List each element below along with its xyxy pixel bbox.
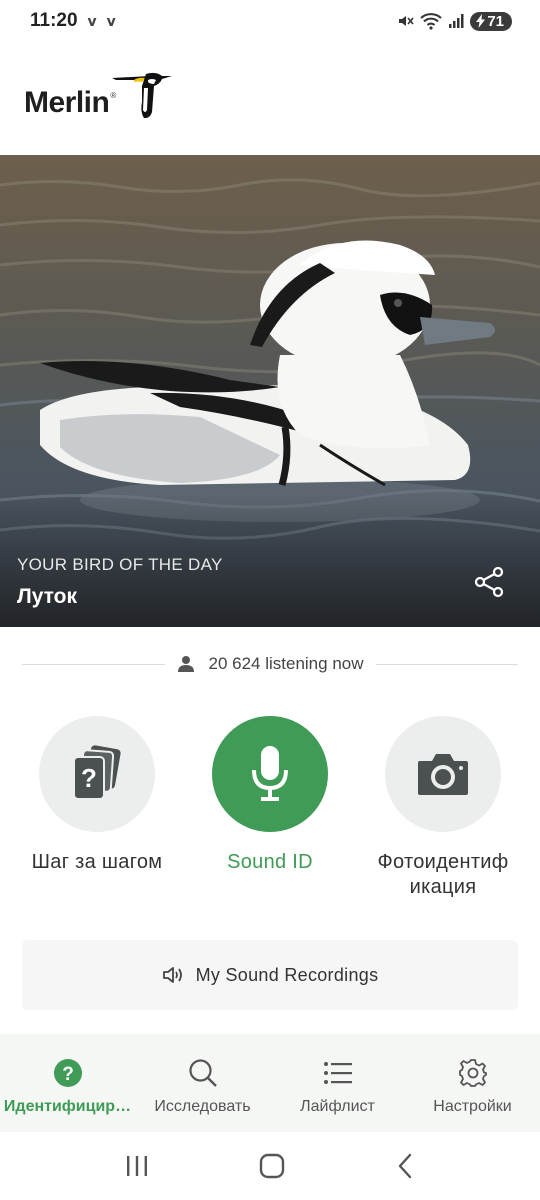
step-by-step-circle[interactable]: ? [39,716,155,832]
battery-indicator: 71 [470,11,512,31]
signal-icon [449,14,464,28]
divider-right [375,663,519,665]
photo-id-circle[interactable] [385,716,501,832]
photo-id-label: Фотоидентиф икация [363,850,523,900]
svg-text:?: ? [62,1064,74,1085]
microphone-icon [252,746,288,801]
bottom-navigation: ? Идентифицир… Исследовать Лайфлист Наст… [0,1034,540,1132]
nav-explore-label: Исследовать [154,1098,251,1115]
nav-settings-label: Настройки [433,1098,512,1115]
charging-icon [476,14,486,28]
wifi-icon [420,13,442,30]
bird-of-the-day-card[interactable]: YOUR BIRD OF THE DAY Луток [0,155,540,627]
sound-id-label: Sound ID [227,851,313,873]
mute-icon [399,16,414,26]
nav-identify[interactable]: ? Идентифицир… [0,1034,135,1132]
system-navigation-bar [0,1132,540,1200]
bird-of-day-label: YOUR BIRD OF THE DAY [17,555,223,574]
sound-id-button[interactable]: Sound ID [190,716,350,875]
nav-explore[interactable]: Исследовать [135,1034,270,1132]
question-circle-icon: ? [53,1059,82,1087]
woodpecker-logo-icon [112,72,173,119]
logo-text: Merlin [24,86,110,119]
photo-id-button[interactable]: Фотоидентиф икация [363,716,523,900]
step-by-step-button[interactable]: ? Шаг за шагом [17,716,177,875]
back-icon[interactable] [395,1153,415,1179]
svg-text:?: ? [81,763,97,793]
gear-icon [458,1059,487,1087]
cards-question-icon: ? [73,745,121,800]
bird-name: Луток [17,585,78,608]
status-bar: 11:20 ⅴ ⅴ 71 [0,0,540,42]
camera-icon [418,754,468,795]
listening-count: 20 624 listening now [208,654,364,673]
share-icon[interactable] [472,565,506,599]
sound-id-circle[interactable] [212,716,328,832]
nav-identify-label: Идентифицир… [3,1098,132,1115]
photo-id-label-line1: Фотоидентиф [377,851,509,873]
person-icon [177,656,194,672]
home-icon[interactable] [259,1153,285,1179]
battery-level: 71 [487,12,504,30]
nav-lifelist[interactable]: Лайфлист [270,1034,405,1132]
status-time: 11:20 [30,10,78,31]
divider-left [22,663,165,665]
speaker-icon [162,967,182,983]
step-by-step-label: Шаг за шагом [31,851,163,873]
my-sound-recordings-button[interactable]: My Sound Recordings [22,940,518,1010]
recordings-label: My Sound Recordings [195,964,379,985]
merlin-logo: Merlin ® [24,72,173,120]
recent-apps-icon[interactable] [125,1155,149,1177]
photo-id-label-line2: икация [409,876,477,898]
nav-settings[interactable]: Настройки [405,1034,540,1132]
listening-now-bar: 20 624 listening now [22,646,519,682]
list-icon [323,1062,352,1084]
notification-icons: ⅴ ⅴ [87,12,119,29]
search-icon [188,1059,217,1087]
nav-lifelist-label: Лайфлист [300,1098,375,1115]
